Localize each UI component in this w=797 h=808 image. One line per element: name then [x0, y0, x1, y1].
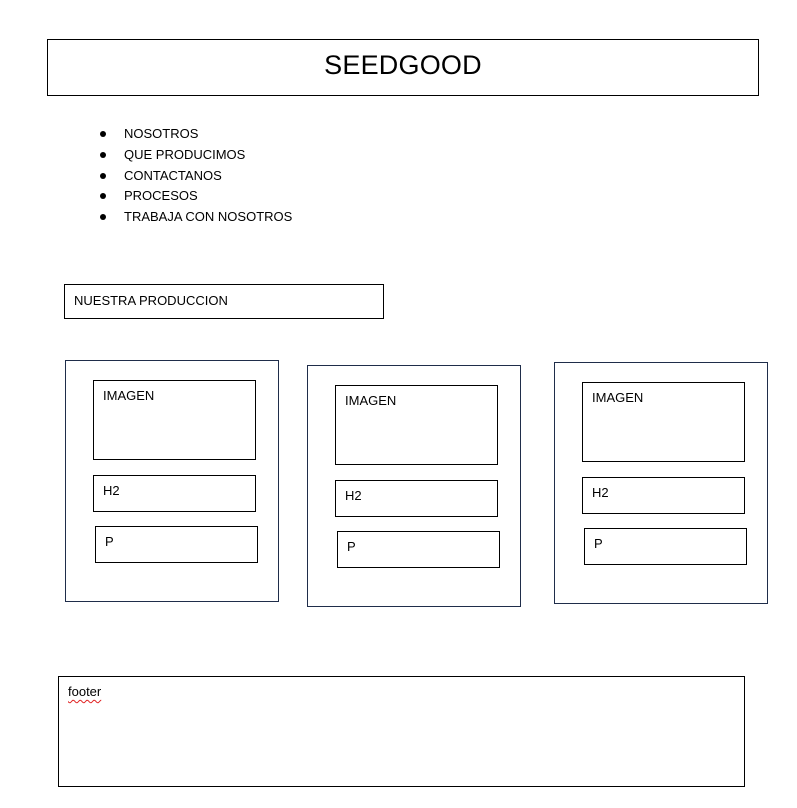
footer-label: footer [68, 684, 102, 699]
card-image-placeholder: IMAGEN [93, 380, 256, 460]
card-paragraph-placeholder: P [95, 526, 258, 563]
section-title-box: NUESTRA PRODUCCION [64, 284, 384, 319]
card-image-label: IMAGEN [103, 388, 155, 403]
card-paragraph-placeholder: P [337, 531, 500, 568]
product-card-3: IMAGEN H2 P [554, 362, 768, 604]
nav-item-nosotros: NOSOTROS [98, 124, 292, 145]
card-heading-placeholder: H2 [93, 475, 256, 512]
nav-item-procesos: PROCESOS [98, 186, 292, 207]
product-card-2: IMAGEN H2 P [307, 365, 521, 607]
card-paragraph-label: P [347, 539, 356, 554]
card-paragraph-placeholder: P [584, 528, 747, 565]
bullet-icon [100, 172, 106, 179]
card-paragraph-label: P [105, 534, 114, 549]
nav-item-que-producimos: QUE PRODUCIMOS [98, 145, 292, 166]
card-heading-placeholder: H2 [582, 477, 745, 514]
card-heading-label: H2 [345, 488, 362, 503]
section-title: NUESTRA PRODUCCION [74, 293, 228, 308]
card-image-label: IMAGEN [592, 390, 644, 405]
nav-item-contactanos: CONTACTANOS [98, 166, 292, 187]
bullet-icon [100, 214, 106, 221]
nav-item-label: PROCESOS [124, 188, 198, 204]
nav-item-trabaja-con-nosotros: TRABAJA CON NOSOTROS [98, 207, 292, 228]
nav-item-label: CONTACTANOS [124, 167, 222, 183]
footer-box: footer [58, 676, 745, 787]
bullet-icon [100, 131, 106, 137]
nav-item-label: QUE PRODUCIMOS [124, 146, 246, 162]
card-heading-label: H2 [103, 483, 120, 498]
nav-item-label: NOSOTROS [124, 126, 199, 141]
bullet-icon [100, 193, 106, 200]
card-image-placeholder: IMAGEN [582, 382, 745, 462]
card-image-placeholder: IMAGEN [335, 385, 498, 465]
nav-item-label: TRABAJA CON NOSOTROS [124, 209, 293, 225]
product-card-1: IMAGEN H2 P [65, 360, 279, 602]
card-paragraph-label: P [594, 536, 603, 551]
site-title: SEEDGOOD [324, 50, 482, 80]
card-heading-label: H2 [592, 485, 609, 500]
card-image-label: IMAGEN [345, 393, 397, 408]
header-box: SEEDGOOD [47, 39, 759, 96]
nav-list: NOSOTROS QUE PRODUCIMOS CONTACTANOS PROC… [98, 124, 292, 228]
bullet-icon [100, 151, 106, 158]
card-heading-placeholder: H2 [335, 480, 498, 517]
